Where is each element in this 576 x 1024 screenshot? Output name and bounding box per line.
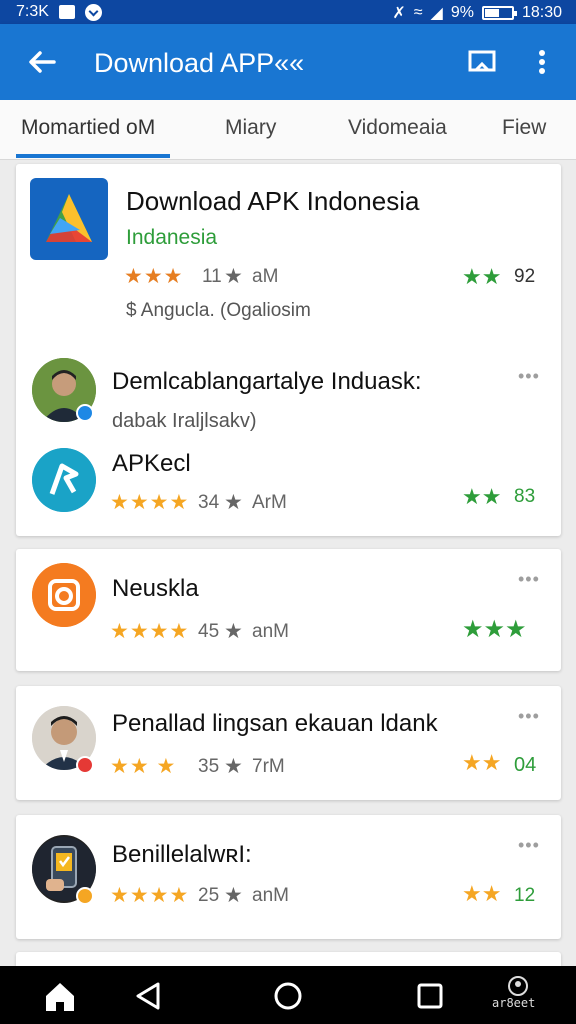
app-card[interactable]: BenillelalwʀI: ★★★★ 25 ★ anM ★★ 12 •••	[16, 815, 561, 939]
warning-badge-icon	[76, 887, 94, 905]
app-bar: Download APP««	[0, 24, 576, 100]
app-title: Neuskla	[112, 575, 199, 602]
right-stars: ★★	[462, 881, 501, 907]
rating-unit: 7rM	[252, 756, 285, 777]
right-stars-text: ★★	[462, 484, 502, 509]
overflow-menu-icon[interactable]	[526, 44, 558, 80]
right-stars: ★★	[462, 750, 501, 776]
tab-miary[interactable]: Miary	[225, 116, 276, 140]
back-triangle-icon[interactable]	[128, 978, 168, 1014]
list-item-title: Demlcablangartalye Induask:	[112, 368, 422, 395]
right-stars-text: ★★★	[462, 616, 527, 643]
app-card-partial[interactable]	[16, 952, 561, 966]
app-card[interactable]: Neuskla ★★★★ 45 ★ anM ★★★ •••	[16, 549, 561, 671]
verified-badge-icon	[76, 404, 94, 422]
gray-star-icon: ★	[224, 620, 243, 643]
featured-rating-unit: aM	[252, 266, 279, 287]
home-icon[interactable]	[40, 978, 80, 1014]
system-nav-bar: ar8eet	[0, 966, 576, 1024]
right-stars: ★★	[462, 484, 501, 510]
rating-count: 45	[198, 621, 220, 642]
rating-count: 35	[198, 756, 220, 777]
right-stars: ★★★	[462, 615, 527, 644]
bookmark-frame-icon[interactable]	[462, 44, 502, 80]
rating-stars: ★★★★	[110, 491, 190, 514]
tab-momartied[interactable]: Momartied oM	[21, 116, 155, 140]
tab-vidomeaia[interactable]: Vidomeaia	[348, 116, 447, 140]
featured-developer: $ Angucla. (Ogaliosim	[126, 300, 311, 321]
app-title: Penallad lingsan ekauan ldank	[112, 710, 438, 737]
nav-label: ar8eet	[492, 996, 536, 1010]
featured-rating-count: 11	[202, 266, 222, 287]
signal-icon: ◢	[430, 5, 443, 22]
app-title: BenillelalwʀI:	[112, 841, 252, 868]
list-item-subtitle: dabak Iraljlsakv)	[112, 410, 257, 432]
featured-right-value: 92	[514, 266, 536, 287]
right-stars-text: ★★	[462, 750, 502, 775]
rating-unit: ArM	[252, 492, 287, 513]
rating-stars: ★★ ★	[110, 755, 177, 778]
app-card[interactable]: Penallad lingsan ekauan ldank ★★ ★ 35 ★ …	[16, 686, 561, 800]
right-value: 04	[514, 754, 537, 776]
featured-title: Download APK Indonesia	[126, 186, 420, 216]
assistant-icon[interactable]	[498, 974, 538, 998]
rating-stars: ★★★★	[110, 884, 190, 907]
alert-badge-icon	[76, 756, 94, 774]
featured-right-stars: ★★	[462, 264, 501, 290]
wifi-icon: ≈	[413, 4, 423, 21]
right-value: 12	[514, 885, 536, 906]
battery-icon	[481, 6, 517, 20]
more-options-icon[interactable]: •••	[518, 706, 540, 727]
featured-rating-stars: ★★★	[124, 265, 184, 288]
right-stars-text: ★★	[462, 881, 502, 906]
rating-count: 34	[198, 492, 220, 513]
list-item-title: APKecl	[112, 450, 191, 477]
more-options-icon[interactable]: •••	[518, 366, 540, 387]
notification-icon	[58, 5, 75, 19]
page-title: Download APP««	[94, 48, 305, 78]
gray-star-icon: ★	[224, 884, 243, 907]
apkecl-icon	[32, 448, 96, 512]
status-time-right: 18:30	[521, 4, 562, 21]
featured-subtitle: Indanesia	[126, 226, 218, 249]
battery-percent: 9%	[450, 4, 474, 21]
gray-star-icon: ★	[224, 265, 243, 288]
tab-fiew[interactable]: Fiew	[502, 116, 546, 140]
featured-right-stars-text: ★★	[462, 264, 502, 289]
rating-unit: anM	[252, 621, 289, 642]
rating-unit: anM	[252, 885, 289, 906]
rating-stars: ★★★★	[110, 620, 190, 643]
recents-square-icon[interactable]	[410, 978, 450, 1014]
featured-card[interactable]: Download APK Indonesia Indanesia ★★★ 11 …	[16, 164, 561, 536]
home-circle-icon[interactable]	[268, 978, 308, 1014]
mute-icon: ✗	[392, 5, 406, 22]
check-circle-icon	[84, 3, 102, 21]
status-bar: 7:3K ✗ ≈ ◢ 9% 18:30	[0, 0, 576, 24]
right-value: 83	[514, 486, 536, 507]
neuskla-icon	[32, 563, 96, 627]
tab-selected-indicator	[16, 154, 170, 158]
gray-star-icon: ★	[224, 755, 243, 778]
status-time-left: 7:3K	[16, 3, 49, 20]
back-arrow-icon[interactable]	[22, 42, 62, 82]
more-options-icon[interactable]: •••	[518, 569, 540, 590]
rating-count: 25	[198, 885, 220, 906]
more-options-icon[interactable]: •••	[518, 835, 540, 856]
featured-app-icon	[30, 178, 108, 260]
gray-star-icon: ★	[224, 491, 243, 514]
tab-bar: Momartied oM Miary Vidomeaia Fiew	[0, 100, 576, 160]
